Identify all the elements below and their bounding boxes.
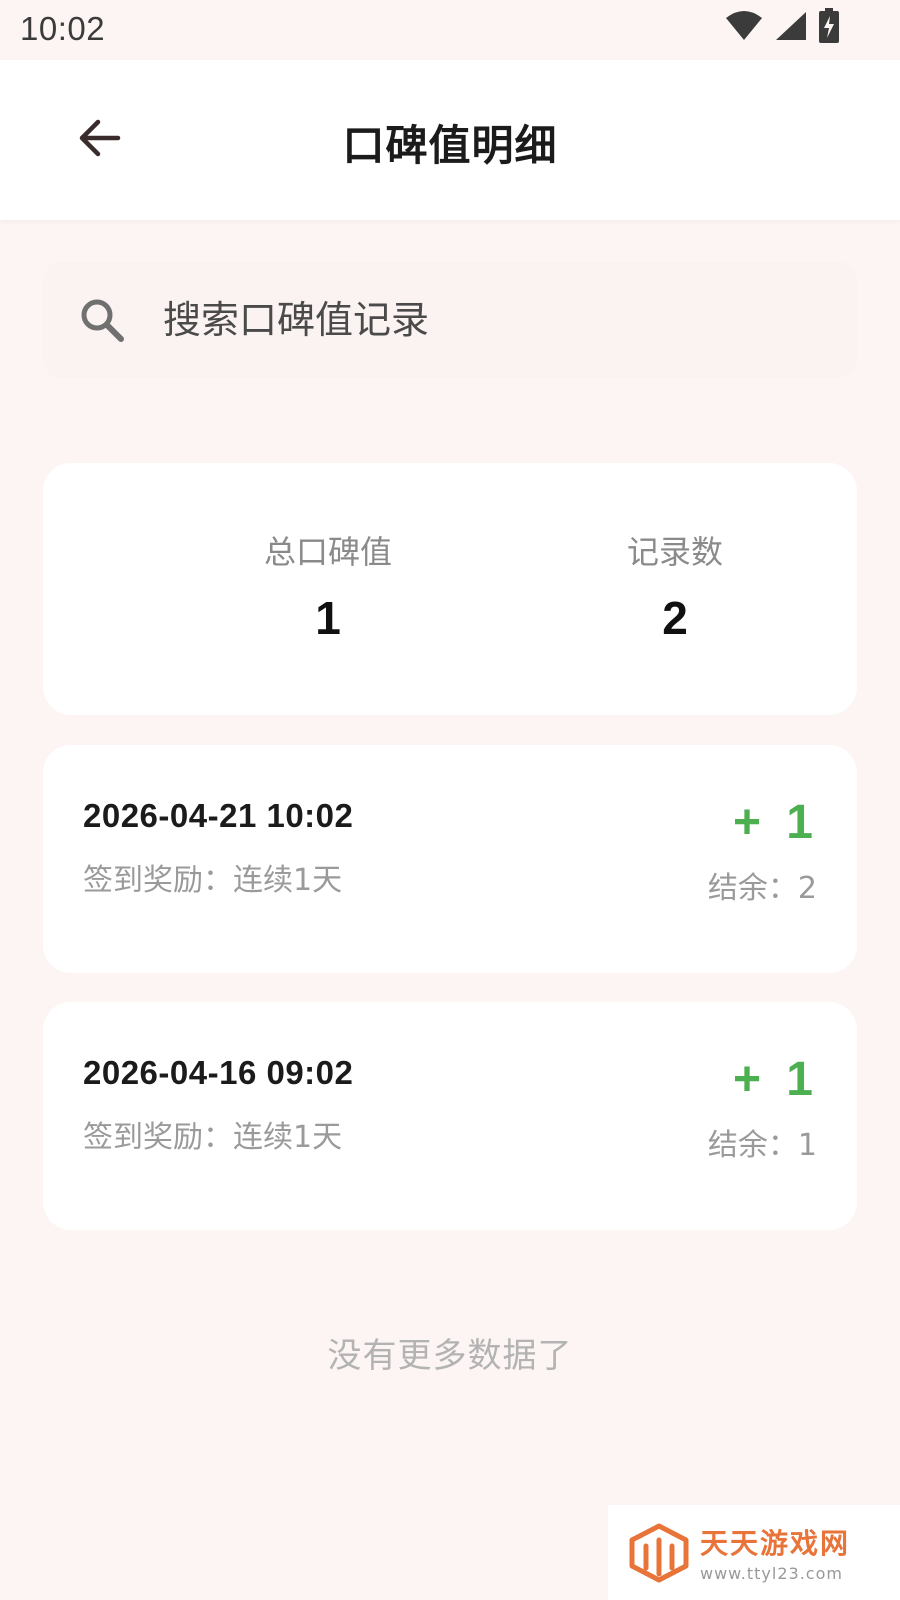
search-box[interactable] <box>43 262 857 378</box>
search-icon <box>77 295 127 345</box>
record-item[interactable]: 2026-04-21 10:02 签到奖励：连续1天 + 1 结余：2 <box>43 745 857 973</box>
summary-count-label: 记录数 <box>626 533 723 571</box>
summary-card: 总口碑值 1 记录数 2 <box>43 463 857 715</box>
summary-count-value: 2 <box>662 592 688 644</box>
app-header: 口碑值明细 <box>0 60 900 220</box>
watermark-logo-icon <box>628 1522 690 1584</box>
summary-count: 记录数 2 <box>525 527 825 645</box>
record-delta: + 1 <box>732 796 819 849</box>
battery-charging-icon <box>818 8 840 48</box>
summary-total: 总口碑值 1 <box>178 527 478 645</box>
record-balance: 结余：1 <box>707 1128 817 1163</box>
watermark-text: 天天游戏网 www.ttyl23.com <box>700 1522 850 1583</box>
record-date: 2026-04-16 09:02 <box>83 1054 354 1091</box>
status-bar: 10:02 <box>0 0 900 60</box>
status-icons <box>724 8 840 48</box>
summary-total-label: 总口碑值 <box>263 533 392 571</box>
page-title: 口碑值明细 <box>342 121 558 170</box>
no-more-data-text: 没有更多数据了 <box>327 1336 573 1376</box>
status-time: 10:02 <box>20 10 106 47</box>
watermark-title: 天天游戏网 <box>700 1527 851 1560</box>
wifi-icon <box>724 10 764 46</box>
record-item[interactable]: 2026-04-16 09:02 签到奖励：连续1天 + 1 结余：1 <box>43 1002 857 1230</box>
summary-total-value: 1 <box>315 592 341 644</box>
watermark-url: www.ttyl23.com <box>700 1564 843 1583</box>
record-balance: 结余：2 <box>707 871 817 906</box>
watermark: 天天游戏网 www.ttyl23.com <box>608 1505 900 1600</box>
cellular-signal-icon <box>774 10 808 46</box>
record-description: 签到奖励：连续1天 <box>83 1120 343 1155</box>
record-delta: + 1 <box>732 1053 819 1106</box>
record-date: 2026-04-21 10:02 <box>83 797 354 834</box>
search-input[interactable] <box>161 289 805 351</box>
record-description: 签到奖励：连续1天 <box>83 863 343 898</box>
